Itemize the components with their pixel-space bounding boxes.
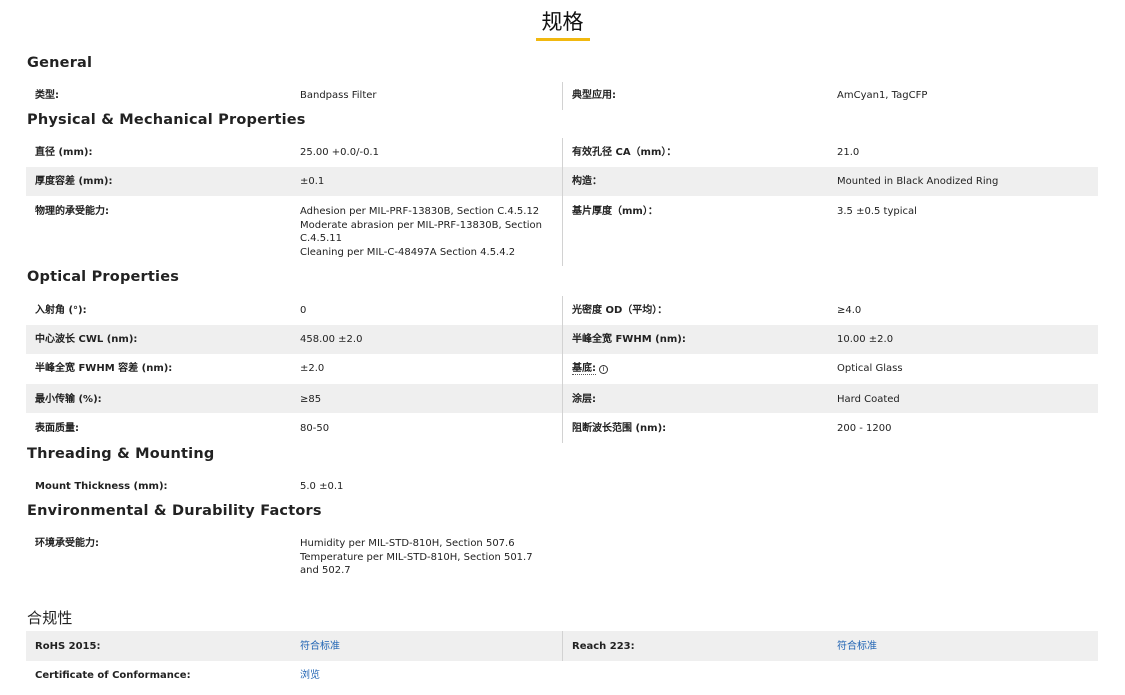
column-divider	[562, 631, 563, 661]
spec-label-physical-durability: 物理的承受能力:	[35, 206, 109, 217]
spec-label-mount-thickness: Mount Thickness (mm):	[35, 481, 168, 492]
spec-row: 最小传输 (%): ≥85 涂层: Hard Coated	[26, 384, 1098, 413]
spec-row: 入射角 (°): 0 光密度 OD（平均）： ≥4.0	[26, 296, 1098, 325]
spec-value-environmental-durability: Humidity per MIL-STD-810H, Section 507.6…	[300, 537, 545, 578]
spec-label-substrate[interactable]: 基底: i	[572, 362, 827, 376]
spec-value-min-transmission: ≥85	[300, 394, 322, 405]
spec-label-diameter: 直径 (mm):	[35, 147, 93, 158]
spec-row: 物理的承受能力: Adhesion per MIL-PRF-13830B, Se…	[26, 196, 1098, 266]
spec-label-type: 类型:	[35, 90, 59, 101]
spec-value-center-wavelength: 458.00 ±2.0	[300, 334, 363, 345]
spec-value-mount-thickness: 5.0 ±0.1	[300, 481, 344, 492]
column-divider	[562, 138, 563, 167]
spec-row: Mount Thickness (mm): 5.0 ±0.1	[26, 473, 1098, 501]
durability-line: Cleaning per MIL-C-48497A Section 4.5.4.…	[300, 246, 516, 258]
spec-label-optical-density: 光密度 OD（平均）：	[572, 305, 668, 316]
spec-row: 半峰全宽 FWHM 容差 (nm): ±2.0 基底: i Optical Gla…	[26, 354, 1098, 384]
spec-row: 厚度容差 (mm): ±0.1 构造： Mounted in Black Ano…	[26, 167, 1098, 196]
section-heading-optical: Optical Properties	[27, 269, 180, 285]
spec-value-clear-aperture: 21.0	[837, 147, 860, 158]
environmental-line: Humidity per MIL-STD-810H, Section 507.6	[300, 538, 515, 549]
spec-value-substrate: Optical Glass	[837, 363, 903, 374]
column-divider	[562, 82, 563, 110]
spec-label-fwhm-tolerance: 半峰全宽 FWHM 容差 (nm):	[35, 363, 173, 374]
reach-compliant-link[interactable]: 符合标准	[837, 640, 1092, 654]
spec-value-optical-density: ≥4.0	[837, 305, 862, 316]
spec-value-substrate-thickness: 3.5 ±0.5 typical	[837, 206, 917, 217]
column-divider	[562, 354, 563, 384]
column-divider	[562, 196, 563, 266]
spec-label-center-wavelength: 中心波长 CWL (nm):	[35, 334, 138, 345]
spec-label-angle-of-incidence: 入射角 (°):	[35, 305, 87, 316]
spec-row: Certificate of Conformance: 浏览	[26, 661, 1098, 691]
column-divider	[562, 384, 563, 413]
column-divider	[562, 325, 563, 354]
spec-label-substrate-thickness: 基片厚度（mm）：	[572, 206, 658, 217]
spec-label-min-transmission: 最小传输 (%):	[35, 394, 102, 405]
spec-value-diameter: 25.00 +0.0/-0.1	[300, 147, 379, 158]
spec-label-typical-application: 典型应用:	[572, 90, 616, 101]
spec-row: 类型: Bandpass Filter 典型应用: AmCyan1, TagCF…	[26, 82, 1098, 110]
spec-label-certificate: Certificate of Conformance:	[35, 670, 191, 681]
spec-label-construction: 构造：	[572, 176, 602, 187]
section-heading-compliance: 合规性	[27, 609, 73, 627]
spec-row: 直径 (mm): 25.00 +0.0/-0.1 有效孔径 CA（mm）： 21…	[26, 138, 1098, 167]
spec-row: 环境承受能力: Humidity per MIL-STD-810H, Secti…	[26, 530, 1098, 586]
durability-line: Moderate abrasion per MIL-PRF-13830B, Se…	[300, 219, 542, 245]
spec-label-coating: 涂层:	[572, 394, 596, 405]
spec-value-surface-quality: 80-50	[300, 423, 330, 434]
section-heading-environmental: Environmental & Durability Factors	[27, 503, 322, 519]
certificate-view-link[interactable]: 浏览	[300, 669, 545, 683]
spec-row: 中心波长 CWL (nm): 458.00 ±2.0 半峰全宽 FWHM (nm…	[26, 325, 1098, 354]
environmental-line: Temperature per MIL-STD-810H, Section 50…	[300, 551, 533, 577]
info-circle-icon[interactable]: i	[599, 365, 608, 374]
spec-label-blocking-range: 阻断波长范围 (nm):	[572, 423, 667, 434]
spec-value-angle-of-incidence: 0	[300, 305, 307, 316]
spec-label-rohs: RoHS 2015:	[35, 641, 101, 652]
spec-row: 表面质量: 80-50 阻断波长范围 (nm): 200 - 1200	[26, 413, 1098, 443]
spec-value-thickness-tolerance: ±0.1	[300, 176, 325, 187]
substrate-term[interactable]: 基底:	[572, 363, 596, 375]
page-title-wrapper: 规格	[0, 9, 1125, 41]
spec-value-fwhm: 10.00 ±2.0	[837, 334, 894, 345]
section-heading-threading: Threading & Mounting	[27, 446, 215, 462]
rohs-compliant-link[interactable]: 符合标准	[300, 640, 545, 654]
page-title: 规格	[535, 9, 590, 41]
spec-value-physical-durability: Adhesion per MIL-PRF-13830B, Section C.4…	[300, 205, 545, 259]
section-heading-physical: Physical & Mechanical Properties	[27, 112, 306, 128]
section-heading-general: General	[27, 55, 93, 71]
column-divider	[562, 413, 563, 443]
spec-label-thickness-tolerance: 厚度容差 (mm):	[35, 176, 113, 187]
spec-value-typical-application: AmCyan1, TagCFP	[837, 90, 928, 101]
spec-value-construction: Mounted in Black Anodized Ring	[837, 176, 999, 187]
spec-label-clear-aperture: 有效孔径 CA（mm）：	[572, 147, 677, 158]
spec-row: RoHS 2015: 符合标准 Reach 223: 符合标准	[26, 631, 1098, 661]
spec-label-reach: Reach 223:	[572, 641, 635, 652]
spec-label-fwhm: 半峰全宽 FWHM (nm):	[572, 334, 686, 345]
spec-value-fwhm-tolerance: ±2.0	[300, 363, 325, 374]
spec-value-type: Bandpass Filter	[300, 90, 377, 101]
durability-line: Adhesion per MIL-PRF-13830B, Section C.4…	[300, 206, 540, 217]
column-divider	[562, 167, 563, 196]
spec-label-surface-quality: 表面质量:	[35, 423, 79, 434]
column-divider	[562, 296, 563, 325]
spec-value-coating: Hard Coated	[837, 394, 900, 405]
spec-value-blocking-range: 200 - 1200	[837, 423, 892, 434]
spec-label-environmental-durability: 环境承受能力:	[35, 538, 99, 549]
